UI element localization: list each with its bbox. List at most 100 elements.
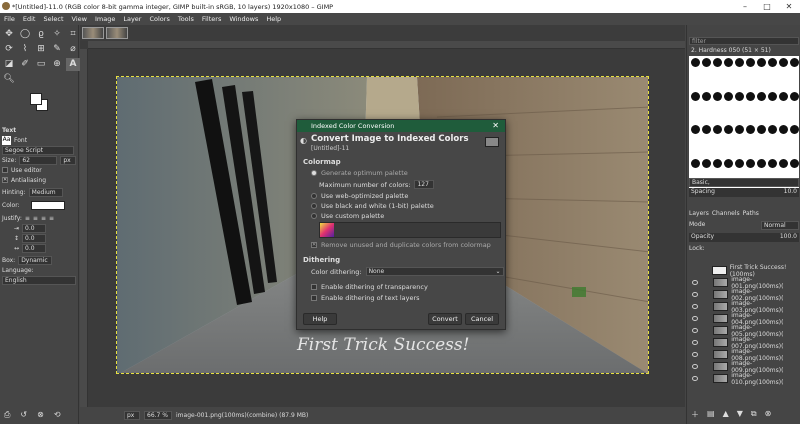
tab-channels[interactable]: Channels	[712, 210, 740, 217]
handle-transform-icon[interactable]: ⊞	[34, 43, 48, 56]
generate-palette-radio[interactable]	[311, 170, 317, 176]
brush-item[interactable]	[702, 91, 711, 101]
restore-options-icon[interactable]: ↺	[20, 410, 27, 420]
brush-item[interactable]	[757, 91, 766, 101]
bucket-fill-icon[interactable]: ◪	[2, 58, 16, 71]
brush-item[interactable]	[757, 58, 766, 67]
brush-item[interactable]	[724, 58, 733, 67]
brush-item[interactable]	[724, 125, 733, 134]
brush-item[interactable]	[779, 91, 788, 101]
paintbrush-icon[interactable]: ✐	[18, 58, 32, 71]
brush-item[interactable]	[735, 91, 744, 101]
justify-center-icon[interactable]: ≡	[41, 215, 46, 222]
brush-item[interactable]	[768, 125, 777, 134]
justify-right-icon[interactable]: ≡	[33, 215, 38, 222]
brush-item[interactable]	[691, 158, 700, 168]
tab-layers[interactable]: Layers	[689, 210, 709, 217]
delete-layer-icon[interactable]: ⊗	[765, 409, 772, 420]
brush-filter-input[interactable]: filter	[689, 37, 799, 45]
tab-paths[interactable]: Paths	[743, 210, 759, 217]
brush-item[interactable]	[790, 158, 799, 168]
clone-icon[interactable]: ⊕	[50, 58, 64, 71]
maximize-icon[interactable]: □	[756, 2, 778, 11]
letter-spacing-input[interactable]: 0.0	[22, 243, 47, 253]
dither-text-row[interactable]: Enable dithering of text layers	[311, 294, 420, 302]
bw-palette-radio[interactable]	[311, 203, 317, 209]
image-tab-thumbnail[interactable]	[106, 27, 128, 39]
menu-filters[interactable]: Filters	[198, 15, 225, 23]
brush-item[interactable]	[746, 125, 755, 134]
use-editor-checkbox[interactable]	[2, 167, 8, 173]
menu-file[interactable]: File	[0, 15, 19, 23]
raise-layer-icon[interactable]: ▲	[723, 409, 729, 420]
dither-transparency-checkbox[interactable]	[311, 284, 317, 290]
box-select[interactable]: Dynamic	[18, 255, 53, 265]
menu-colors[interactable]: Colors	[145, 15, 173, 23]
brush-item[interactable]	[702, 58, 711, 67]
eye-icon[interactable]	[692, 316, 698, 321]
lasso-icon[interactable]: ϱ	[34, 28, 48, 41]
rotate-icon[interactable]: ⟳	[2, 43, 16, 56]
brush-grid[interactable]	[689, 56, 799, 193]
menu-tools[interactable]: Tools	[174, 15, 198, 23]
web-palette-radio[interactable]	[311, 193, 317, 199]
eye-icon[interactable]	[692, 340, 698, 345]
brush-item[interactable]	[724, 158, 733, 168]
hinting-select[interactable]: Medium	[28, 187, 63, 197]
text-tool-icon[interactable]: A	[66, 58, 80, 71]
brush-item[interactable]	[790, 91, 799, 101]
cancel-button[interactable]: Cancel	[465, 313, 499, 325]
foreground-color-swatch[interactable]	[30, 93, 42, 105]
menu-view[interactable]: View	[68, 15, 91, 23]
eye-icon[interactable]	[692, 268, 697, 273]
antialiasing-row[interactable]: ✕ Antialiasing	[0, 175, 79, 185]
eye-icon[interactable]	[692, 376, 698, 381]
dither-text-checkbox[interactable]	[311, 295, 317, 301]
brush-item[interactable]	[790, 125, 799, 134]
color-dithering-select[interactable]: None ⌄	[365, 267, 504, 276]
brush-item[interactable]	[735, 125, 744, 134]
eraser-icon[interactable]: ▭	[34, 58, 48, 71]
remove-unused-row[interactable]: ✕ Remove unused and duplicate colors from…	[311, 241, 491, 249]
lower-layer-icon[interactable]: ▼	[737, 409, 743, 420]
layer-name[interactable]: image-010.png(100ms)(	[731, 372, 800, 386]
text-color-swatch[interactable]	[30, 200, 65, 210]
generate-palette-row[interactable]: Generate optimum palette	[311, 169, 408, 177]
dither-transparency-row[interactable]: Enable dithering of transparency	[311, 283, 428, 291]
delete-options-icon[interactable]: ⊗	[37, 410, 44, 420]
font-input[interactable]: Segoe Script	[2, 145, 74, 155]
brush-item[interactable]	[713, 158, 722, 168]
brush-item[interactable]	[790, 58, 799, 67]
unit-select[interactable]: px	[124, 411, 140, 420]
justify-left-icon[interactable]: ≡	[25, 215, 30, 222]
remove-unused-checkbox[interactable]: ✕	[311, 242, 317, 248]
color-picker-icon[interactable]: ⌀	[66, 43, 80, 56]
brush-item[interactable]	[757, 158, 766, 168]
new-group-icon[interactable]: ▤	[707, 409, 715, 420]
brush-item[interactable]	[691, 58, 700, 67]
brush-item[interactable]	[713, 58, 722, 67]
language-input[interactable]: English	[2, 275, 76, 285]
palette-selector[interactable]	[319, 222, 501, 238]
brush-item[interactable]	[746, 158, 755, 168]
custom-palette-row[interactable]: Use custom palette	[311, 212, 384, 220]
brush-item[interactable]	[768, 91, 777, 101]
size-unit-select[interactable]: px	[60, 155, 77, 165]
eye-icon[interactable]	[692, 364, 698, 369]
save-options-icon[interactable]: ⎙	[4, 410, 10, 420]
canvas-text-layer[interactable]: First Trick Success!	[297, 335, 469, 355]
spacing-slider[interactable]: Spacing 10.0	[689, 188, 799, 197]
eye-icon[interactable]	[692, 304, 698, 309]
eye-icon[interactable]	[692, 352, 698, 357]
help-button[interactable]: Help	[303, 313, 337, 325]
ellipse-select-icon[interactable]: ◯	[18, 28, 32, 41]
custom-palette-radio[interactable]	[311, 213, 317, 219]
fuzzy-select-icon[interactable]: ✧	[50, 28, 64, 41]
menu-select[interactable]: Select	[39, 15, 67, 23]
new-layer-icon[interactable]: ＋	[691, 409, 699, 420]
duplicate-layer-icon[interactable]: ⧉	[751, 409, 757, 420]
brush-item[interactable]	[691, 91, 700, 101]
brush-item[interactable]	[779, 158, 788, 168]
brush-item[interactable]	[702, 158, 711, 168]
use-editor-row[interactable]: Use editor	[0, 165, 79, 175]
